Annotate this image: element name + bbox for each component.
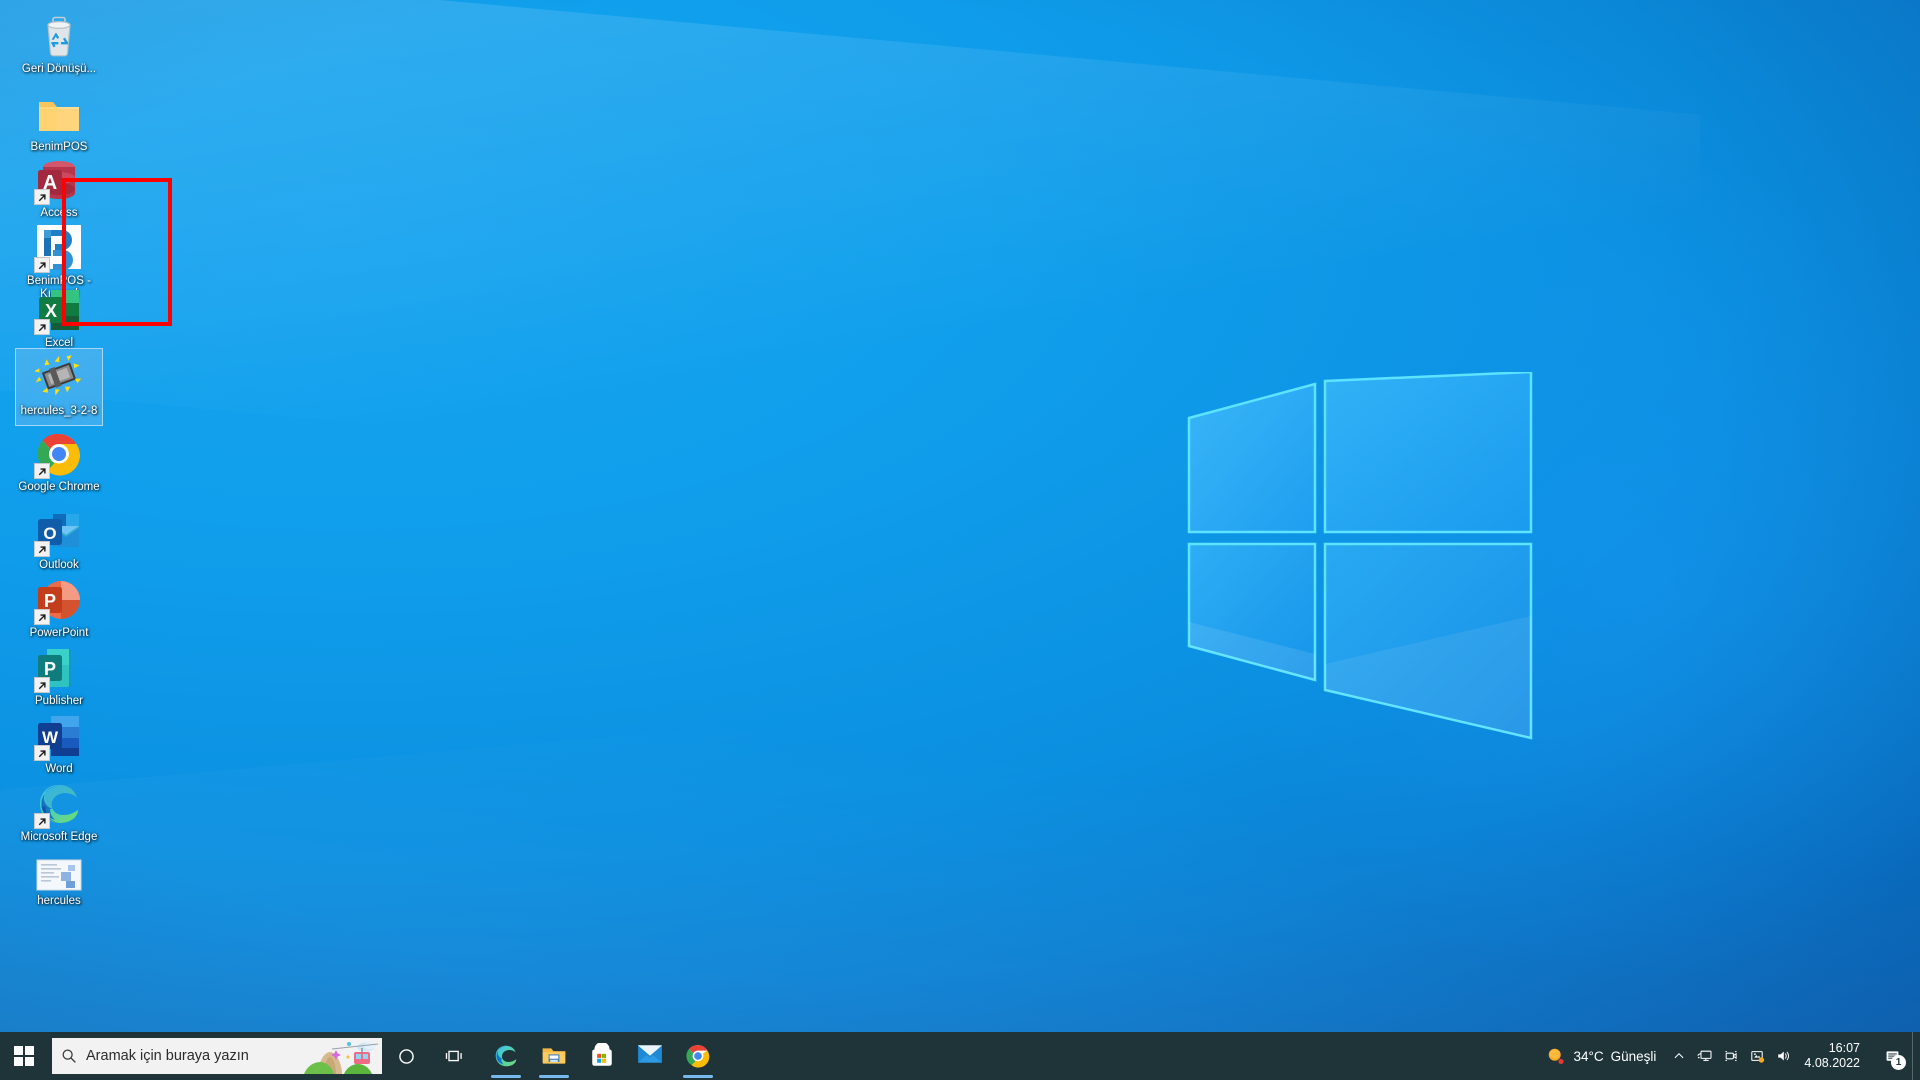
desktop-icon-google-chrome[interactable]: Google Chrome bbox=[12, 424, 106, 502]
edge-icon bbox=[493, 1043, 519, 1069]
weather-widget[interactable]: 34°C Güneşli bbox=[1538, 1032, 1666, 1080]
edge-icon bbox=[34, 780, 83, 829]
taskbar-app-list bbox=[482, 1032, 722, 1080]
action-center-button[interactable]: 1 bbox=[1872, 1032, 1912, 1080]
clock-date: 4.08.2022 bbox=[1804, 1056, 1860, 1070]
document-icon bbox=[35, 858, 83, 892]
onedrive-button[interactable] bbox=[1744, 1032, 1770, 1080]
desktop-icon-hercules-doc[interactable]: hercules bbox=[12, 852, 106, 918]
clock[interactable]: 16:07 4.08.2022 bbox=[1796, 1032, 1872, 1080]
windows-hero-logo bbox=[1187, 372, 1533, 740]
outlook-icon: O bbox=[34, 508, 83, 557]
meet-now-button[interactable] bbox=[1718, 1032, 1744, 1080]
recycle-bin-icon bbox=[35, 12, 83, 60]
shortcut-arrow-icon bbox=[34, 319, 50, 335]
excel-icon: X bbox=[34, 286, 83, 335]
cortana-button[interactable] bbox=[382, 1032, 430, 1080]
desktop-icon-powerpoint[interactable]: P PowerPoint bbox=[12, 570, 106, 639]
microsoft-store-icon bbox=[589, 1041, 615, 1069]
taskbar-app-mail[interactable] bbox=[626, 1032, 674, 1080]
word-icon: W bbox=[34, 712, 83, 761]
wallpaper-light-beam-top bbox=[0, 0, 1700, 545]
file-explorer-icon bbox=[541, 1043, 567, 1069]
powerpoint-icon: P bbox=[34, 576, 83, 625]
windows-logo-icon bbox=[14, 1046, 34, 1066]
monitor-icon bbox=[1697, 1050, 1712, 1061]
svg-text:P: P bbox=[44, 659, 56, 679]
cortana-icon bbox=[398, 1048, 414, 1064]
desktop-icon-label: Microsoft Edge bbox=[20, 831, 98, 843]
show-hidden-icons-button[interactable] bbox=[1666, 1032, 1692, 1080]
show-desktop-button[interactable] bbox=[1912, 1032, 1920, 1080]
desktop[interactable]: Geri Dönüşü... BenimPOS A Access BenimPO… bbox=[0, 0, 1920, 1080]
wallpaper-light-beam-bottom bbox=[0, 622, 1920, 1080]
task-view-button[interactable] bbox=[430, 1032, 478, 1080]
system-tray: 34°C Güneşli 16:07 4.08.2022 1 bbox=[1538, 1032, 1920, 1080]
chrome-icon bbox=[34, 430, 83, 479]
weather-condition: Güneşli bbox=[1610, 1048, 1657, 1064]
desktop-icon-microsoft-edge[interactable]: Microsoft Edge bbox=[12, 774, 106, 852]
notification-badge: 1 bbox=[1891, 1055, 1906, 1070]
camera-icon bbox=[1725, 1051, 1738, 1061]
speaker-icon bbox=[1778, 1051, 1790, 1061]
desktop-icon-label: hercules_3-2-8 bbox=[20, 405, 98, 417]
desktop-icon-label: hercules bbox=[37, 895, 81, 907]
desktop-icon-hercules-3-2-8[interactable]: hercules_3-2-8 bbox=[12, 348, 106, 426]
wallpaper-glow bbox=[1180, 160, 1920, 980]
desktop-icon-benimpos-shortcut[interactable]: BenimPOS - Kısayol bbox=[12, 218, 106, 300]
taskbar-app-chrome[interactable] bbox=[674, 1032, 722, 1080]
weather-temperature: 34°C bbox=[1573, 1048, 1604, 1064]
desktop-icon-excel[interactable]: X Excel bbox=[12, 280, 106, 349]
desktop-icon-grid: Geri Dönüşü... BenimPOS A Access BenimPO… bbox=[6, 6, 126, 918]
wallpaper-vignette bbox=[0, 0, 1920, 1080]
shortcut-arrow-icon bbox=[34, 189, 50, 205]
shortcut-arrow-icon bbox=[34, 745, 50, 761]
svg-text:X: X bbox=[45, 301, 57, 321]
onedrive-icon bbox=[1751, 1051, 1765, 1063]
search-doodle-image bbox=[304, 1038, 382, 1074]
search-box[interactable]: Aramak için buraya yazın bbox=[52, 1038, 382, 1074]
shortcut-arrow-icon bbox=[34, 257, 50, 273]
sun-icon bbox=[1549, 1048, 1565, 1064]
chevron-up-icon bbox=[1674, 1053, 1684, 1059]
network-button[interactable] bbox=[1692, 1032, 1718, 1080]
access-icon: A bbox=[34, 156, 83, 205]
taskbar-app-file-explorer[interactable] bbox=[530, 1032, 578, 1080]
chrome-icon bbox=[685, 1043, 711, 1069]
desktop-icon-benimpos-folder[interactable]: BenimPOS bbox=[12, 84, 106, 153]
benimpos-icon bbox=[34, 224, 83, 273]
shortcut-arrow-icon bbox=[34, 609, 50, 625]
shortcut-arrow-icon bbox=[34, 813, 50, 829]
taskbar-app-microsoft-store[interactable] bbox=[578, 1032, 626, 1080]
shortcut-arrow-icon bbox=[34, 541, 50, 557]
taskbar: Aramak için buraya yazın 34°C Güneşli 16… bbox=[0, 1032, 1920, 1080]
desktop-icon-label: Google Chrome bbox=[18, 481, 100, 493]
clock-time: 16:07 bbox=[1828, 1041, 1860, 1055]
desktop-icon-outlook[interactable]: O Outlook bbox=[12, 502, 106, 571]
shortcut-arrow-icon bbox=[34, 677, 50, 693]
desktop-icon-label: Geri Dönüşü... bbox=[21, 63, 97, 75]
start-button[interactable] bbox=[0, 1032, 48, 1080]
hercules-emulator-icon bbox=[33, 354, 83, 402]
desktop-icon-access[interactable]: A Access bbox=[12, 150, 106, 219]
folder-icon bbox=[35, 90, 83, 138]
svg-text:P: P bbox=[44, 591, 56, 611]
taskbar-app-edge[interactable] bbox=[482, 1032, 530, 1080]
search-icon bbox=[52, 1038, 86, 1074]
search-input-placeholder[interactable]: Aramak için buraya yazın bbox=[86, 1048, 249, 1064]
task-view-icon bbox=[445, 1050, 462, 1062]
desktop-icon-word[interactable]: W Word bbox=[12, 706, 106, 775]
desktop-icon-recycle-bin[interactable]: Geri Dönüşü... bbox=[12, 6, 106, 84]
publisher-icon: P bbox=[34, 644, 83, 693]
volume-button[interactable] bbox=[1770, 1032, 1796, 1080]
desktop-icon-publisher[interactable]: P Publisher bbox=[12, 638, 106, 707]
mail-icon bbox=[637, 1043, 663, 1069]
shortcut-arrow-icon bbox=[34, 463, 50, 479]
